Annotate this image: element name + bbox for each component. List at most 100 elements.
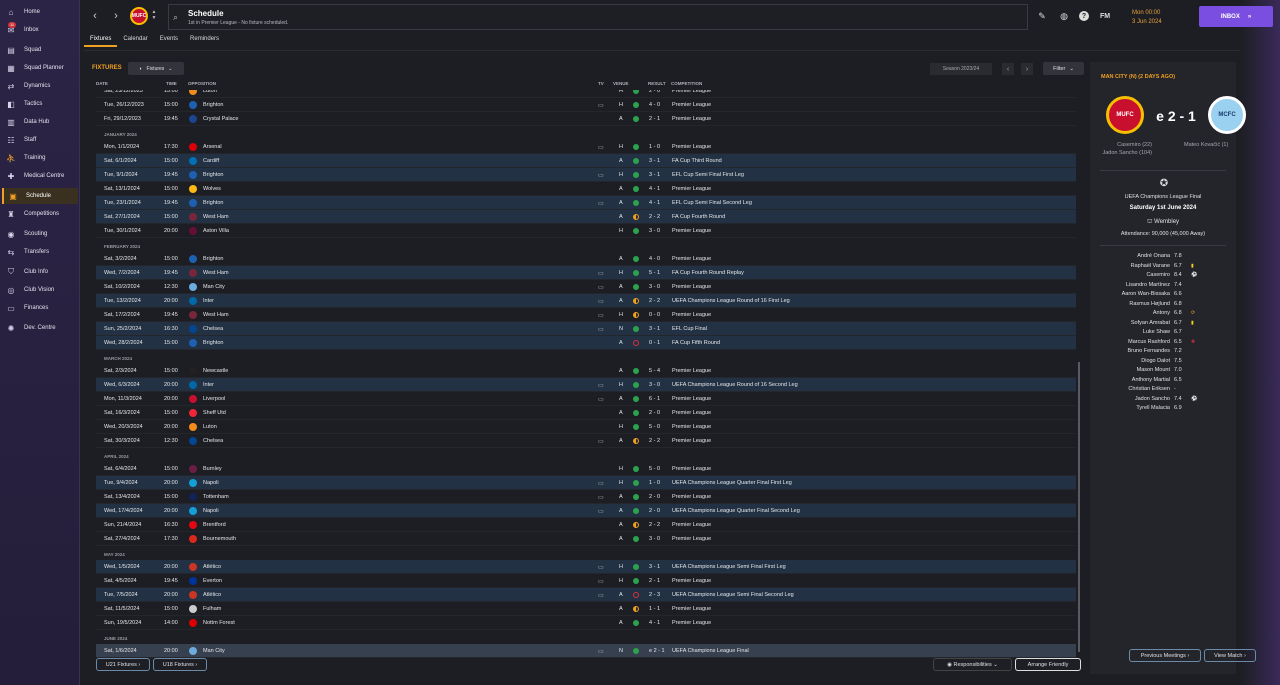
player-rating-row[interactable]: Antony 6.8 ⟳ bbox=[1100, 310, 1230, 320]
player-rating-row[interactable]: Casemiro 8.4 ⚽ bbox=[1100, 272, 1230, 282]
fixture-opponent[interactable]: Chelsea bbox=[203, 326, 223, 332]
forward-button[interactable]: › bbox=[107, 7, 125, 25]
player-name[interactable]: Diogo Dalot bbox=[1141, 358, 1170, 364]
fixture-opponent[interactable]: Man City bbox=[203, 284, 225, 290]
player-name[interactable]: Luke Shaw bbox=[1143, 329, 1170, 335]
col-time[interactable]: TIME bbox=[166, 81, 177, 86]
sidebar-item-data-hub[interactable]: ▥ Data Hub bbox=[2, 114, 78, 130]
fixture-competition[interactable]: UEFA Champions League Final bbox=[672, 648, 749, 654]
fixture-competition[interactable]: Premier League bbox=[672, 466, 711, 472]
fixture-competition[interactable]: Premier League bbox=[672, 620, 711, 626]
fixture-competition[interactable]: UEFA Champions League Round of 16 First … bbox=[672, 298, 790, 304]
filter-button[interactable]: Filter ⌄ bbox=[1043, 62, 1084, 75]
u21-fixtures-button[interactable]: U21 Fixtures › bbox=[96, 658, 150, 671]
player-rating-row[interactable]: Raphaël Varane 6.7 ▮ bbox=[1100, 263, 1230, 273]
player-rating-row[interactable]: Bruno Fernandes 7.2 bbox=[1100, 348, 1230, 358]
col-venue[interactable]: VENUE bbox=[613, 81, 629, 86]
fixture-row[interactable]: Wed, 7/2/2024 19:45 West Ham ▭ H 5 - 1 FA Cup … bbox=[96, 266, 1076, 280]
tab-calendar[interactable]: Calendar bbox=[117, 33, 153, 47]
fixture-opponent[interactable]: Everton bbox=[203, 578, 222, 584]
sidebar-item-training[interactable]: ⛹ Training bbox=[2, 150, 78, 166]
fixture-row[interactable]: Sat, 4/5/2024 19:45 Everton ▭ H 2 - 1 Premier … bbox=[96, 574, 1076, 588]
fixture-row[interactable]: Sat, 13/4/2024 15:00 Tottenham ▭ A 2 - 0 Premi… bbox=[96, 490, 1076, 504]
player-rating-row[interactable]: Mason Mount 7.0 bbox=[1100, 367, 1230, 377]
sidebar-item-dev-centre[interactable]: ✺ Dev. Centre bbox=[2, 320, 78, 336]
fixture-row[interactable]: Sat, 16/3/2024 15:00 Sheff Utd A 2 - 0 Premie… bbox=[96, 406, 1076, 420]
fixture-opponent[interactable]: Fulham bbox=[203, 606, 221, 612]
fixture-row[interactable]: Mon, 1/1/2024 17:30 Arsenal ▭ H 1 - 0 Premier … bbox=[96, 140, 1076, 154]
fixture-opponent[interactable]: West Ham bbox=[203, 214, 229, 220]
player-name[interactable]: Mason Mount bbox=[1137, 367, 1170, 373]
player-rating-row[interactable]: Jadon Sancho 7.4 ⚽ bbox=[1100, 396, 1230, 406]
fixture-row[interactable]: Wed, 20/3/2024 20:00 Luton H 5 - 0 Premier Le… bbox=[96, 420, 1076, 434]
fixture-competition[interactable]: FA Cup Fifth Round bbox=[672, 340, 720, 346]
fixture-row[interactable]: Tue, 26/12/2023 15:00 Brighton ▭ H 4 - 0 Premi… bbox=[96, 98, 1076, 112]
player-name[interactable]: Sofyan Amrabat bbox=[1131, 320, 1170, 326]
fixture-row[interactable]: Sun, 19/5/2024 14:00 Nottm Forest A 4 - 1 Pre… bbox=[96, 616, 1076, 630]
fixture-row[interactable]: Sun, 21/4/2024 16:30 Brentford A 2 - 2 Premie… bbox=[96, 518, 1076, 532]
sidebar-item-schedule[interactable]: ▣ Schedule bbox=[2, 188, 78, 204]
fixture-opponent[interactable]: Brighton bbox=[203, 200, 224, 206]
fixture-opponent[interactable]: Luton bbox=[203, 90, 217, 94]
back-button[interactable]: ‹ bbox=[86, 7, 104, 25]
fixture-opponent[interactable]: Tottenham bbox=[203, 494, 229, 500]
fixture-competition[interactable]: Premier League bbox=[672, 90, 711, 94]
search-icon[interactable]: ⌕ bbox=[173, 12, 178, 23]
player-rating-row[interactable]: Luke Shaw 6.7 bbox=[1100, 329, 1230, 339]
fixture-competition[interactable]: Premier League bbox=[672, 424, 711, 430]
fixture-competition[interactable]: Premier League bbox=[672, 368, 711, 374]
fixture-competition[interactable]: Premier League bbox=[672, 228, 711, 234]
col-competition[interactable]: COMPETITION bbox=[671, 81, 702, 86]
fixture-opponent[interactable]: Cardiff bbox=[203, 158, 219, 164]
player-rating-row[interactable]: Lisandro Martínez 7.4 bbox=[1100, 282, 1230, 292]
fixture-competition[interactable]: Premier League bbox=[672, 578, 711, 584]
fixture-row[interactable]: Wed, 6/3/2024 20:00 Inter ▭ H 3 - 0 UEFA Champ… bbox=[96, 378, 1076, 392]
fixture-competition[interactable]: EFL Cup Final bbox=[672, 326, 707, 332]
sidebar-item-tactics[interactable]: ◧ Tactics bbox=[2, 96, 78, 112]
prev-season-button[interactable]: ‹ bbox=[1002, 63, 1014, 75]
view-match-button[interactable]: View Match › bbox=[1204, 649, 1256, 662]
player-name[interactable]: Rasmus Højlund bbox=[1129, 301, 1170, 307]
club-crest[interactable]: MUFC bbox=[130, 7, 148, 25]
fixture-competition[interactable]: FA Cup Fourth Round Replay bbox=[672, 270, 744, 276]
fixture-row[interactable]: Sat, 1/6/2024 20:00 Man City ▭ Ne 2 - 1 UEFA … bbox=[96, 644, 1076, 658]
fixture-row[interactable]: Sat, 2/3/2024 15:00 Newcastle A 5 - 4 Premier… bbox=[96, 364, 1076, 378]
world-icon[interactable]: ◍ bbox=[1057, 9, 1071, 23]
fixture-competition[interactable]: Premier League bbox=[672, 186, 711, 192]
player-rating-row[interactable]: Aaron Wan-Bissaka 6.6 bbox=[1100, 291, 1230, 301]
fixture-competition[interactable]: UEFA Champions League Semi Final First L… bbox=[672, 564, 786, 570]
fixture-row[interactable]: Mon, 11/3/2024 20:00 Liverpool ▭ A 6 - 1 Premi… bbox=[96, 392, 1076, 406]
fixture-competition[interactable]: Premier League bbox=[672, 410, 711, 416]
fixture-row[interactable]: Tue, 7/5/2024 20:00 Atlético ▭ A 2 - 3 UEFA Ch… bbox=[96, 588, 1076, 602]
fixture-competition[interactable]: UEFA Champions League Quarter Final Seco… bbox=[672, 508, 800, 514]
player-name[interactable]: Lisandro Martínez bbox=[1126, 282, 1170, 288]
fixture-opponent[interactable]: Bournemouth bbox=[203, 536, 236, 542]
fixture-opponent[interactable]: Aston Villa bbox=[203, 228, 229, 234]
fixture-opponent[interactable]: Newcastle bbox=[203, 368, 228, 374]
fixture-competition[interactable]: EFL Cup Semi Final Second Leg bbox=[672, 200, 752, 206]
player-name[interactable]: Antony bbox=[1153, 310, 1170, 316]
player-name[interactable]: Bruno Fernandes bbox=[1128, 348, 1171, 354]
fixture-competition[interactable]: Premier League bbox=[672, 494, 711, 500]
fixture-row[interactable]: Sat, 6/4/2024 15:00 Burnley H 5 - 0 Premier L… bbox=[96, 462, 1076, 476]
tab-events[interactable]: Events bbox=[154, 33, 184, 47]
player-name[interactable]: Jadon Sancho bbox=[1135, 396, 1170, 402]
fixture-competition[interactable]: Premier League bbox=[672, 522, 711, 528]
col-tv[interactable]: TV bbox=[598, 81, 604, 86]
fixture-opponent[interactable]: Crystal Palace bbox=[203, 116, 238, 122]
fixture-opponent[interactable]: Liverpool bbox=[203, 396, 225, 402]
fixture-competition[interactable]: Premier League bbox=[672, 438, 711, 444]
fm-menu-button[interactable]: FM bbox=[1098, 9, 1112, 23]
fixture-row[interactable]: Tue, 30/1/2024 20:00 Aston Villa H 3 - 0 Prem… bbox=[96, 224, 1076, 238]
player-rating-row[interactable]: Christian Eriksen - bbox=[1100, 386, 1230, 396]
fixture-opponent[interactable]: Brighton bbox=[203, 340, 224, 346]
player-rating-row[interactable]: André Onana 7.8 bbox=[1100, 253, 1230, 263]
sidebar-item-inbox[interactable]: ✉ 11 Inbox bbox=[2, 22, 78, 38]
fixture-row[interactable]: Sat, 6/1/2024 15:00 Cardiff A 3 - 1 FA Cup Th… bbox=[96, 154, 1076, 168]
fixture-row[interactable]: Tue, 13/2/2024 20:00 Inter ▭ A 2 - 2 UEFA Cham… bbox=[96, 294, 1076, 308]
help-icon[interactable]: ? bbox=[1079, 11, 1089, 21]
fixture-opponent[interactable]: Luton bbox=[203, 424, 217, 430]
u18-fixtures-button[interactable]: U18 Fixtures › bbox=[153, 658, 207, 671]
fixture-row[interactable]: Wed, 1/5/2024 20:00 Atlético ▭ H 3 - 1 UEFA Ch… bbox=[96, 560, 1076, 574]
fixture-competition[interactable]: UEFA Champions League Quarter Final Firs… bbox=[672, 480, 792, 486]
